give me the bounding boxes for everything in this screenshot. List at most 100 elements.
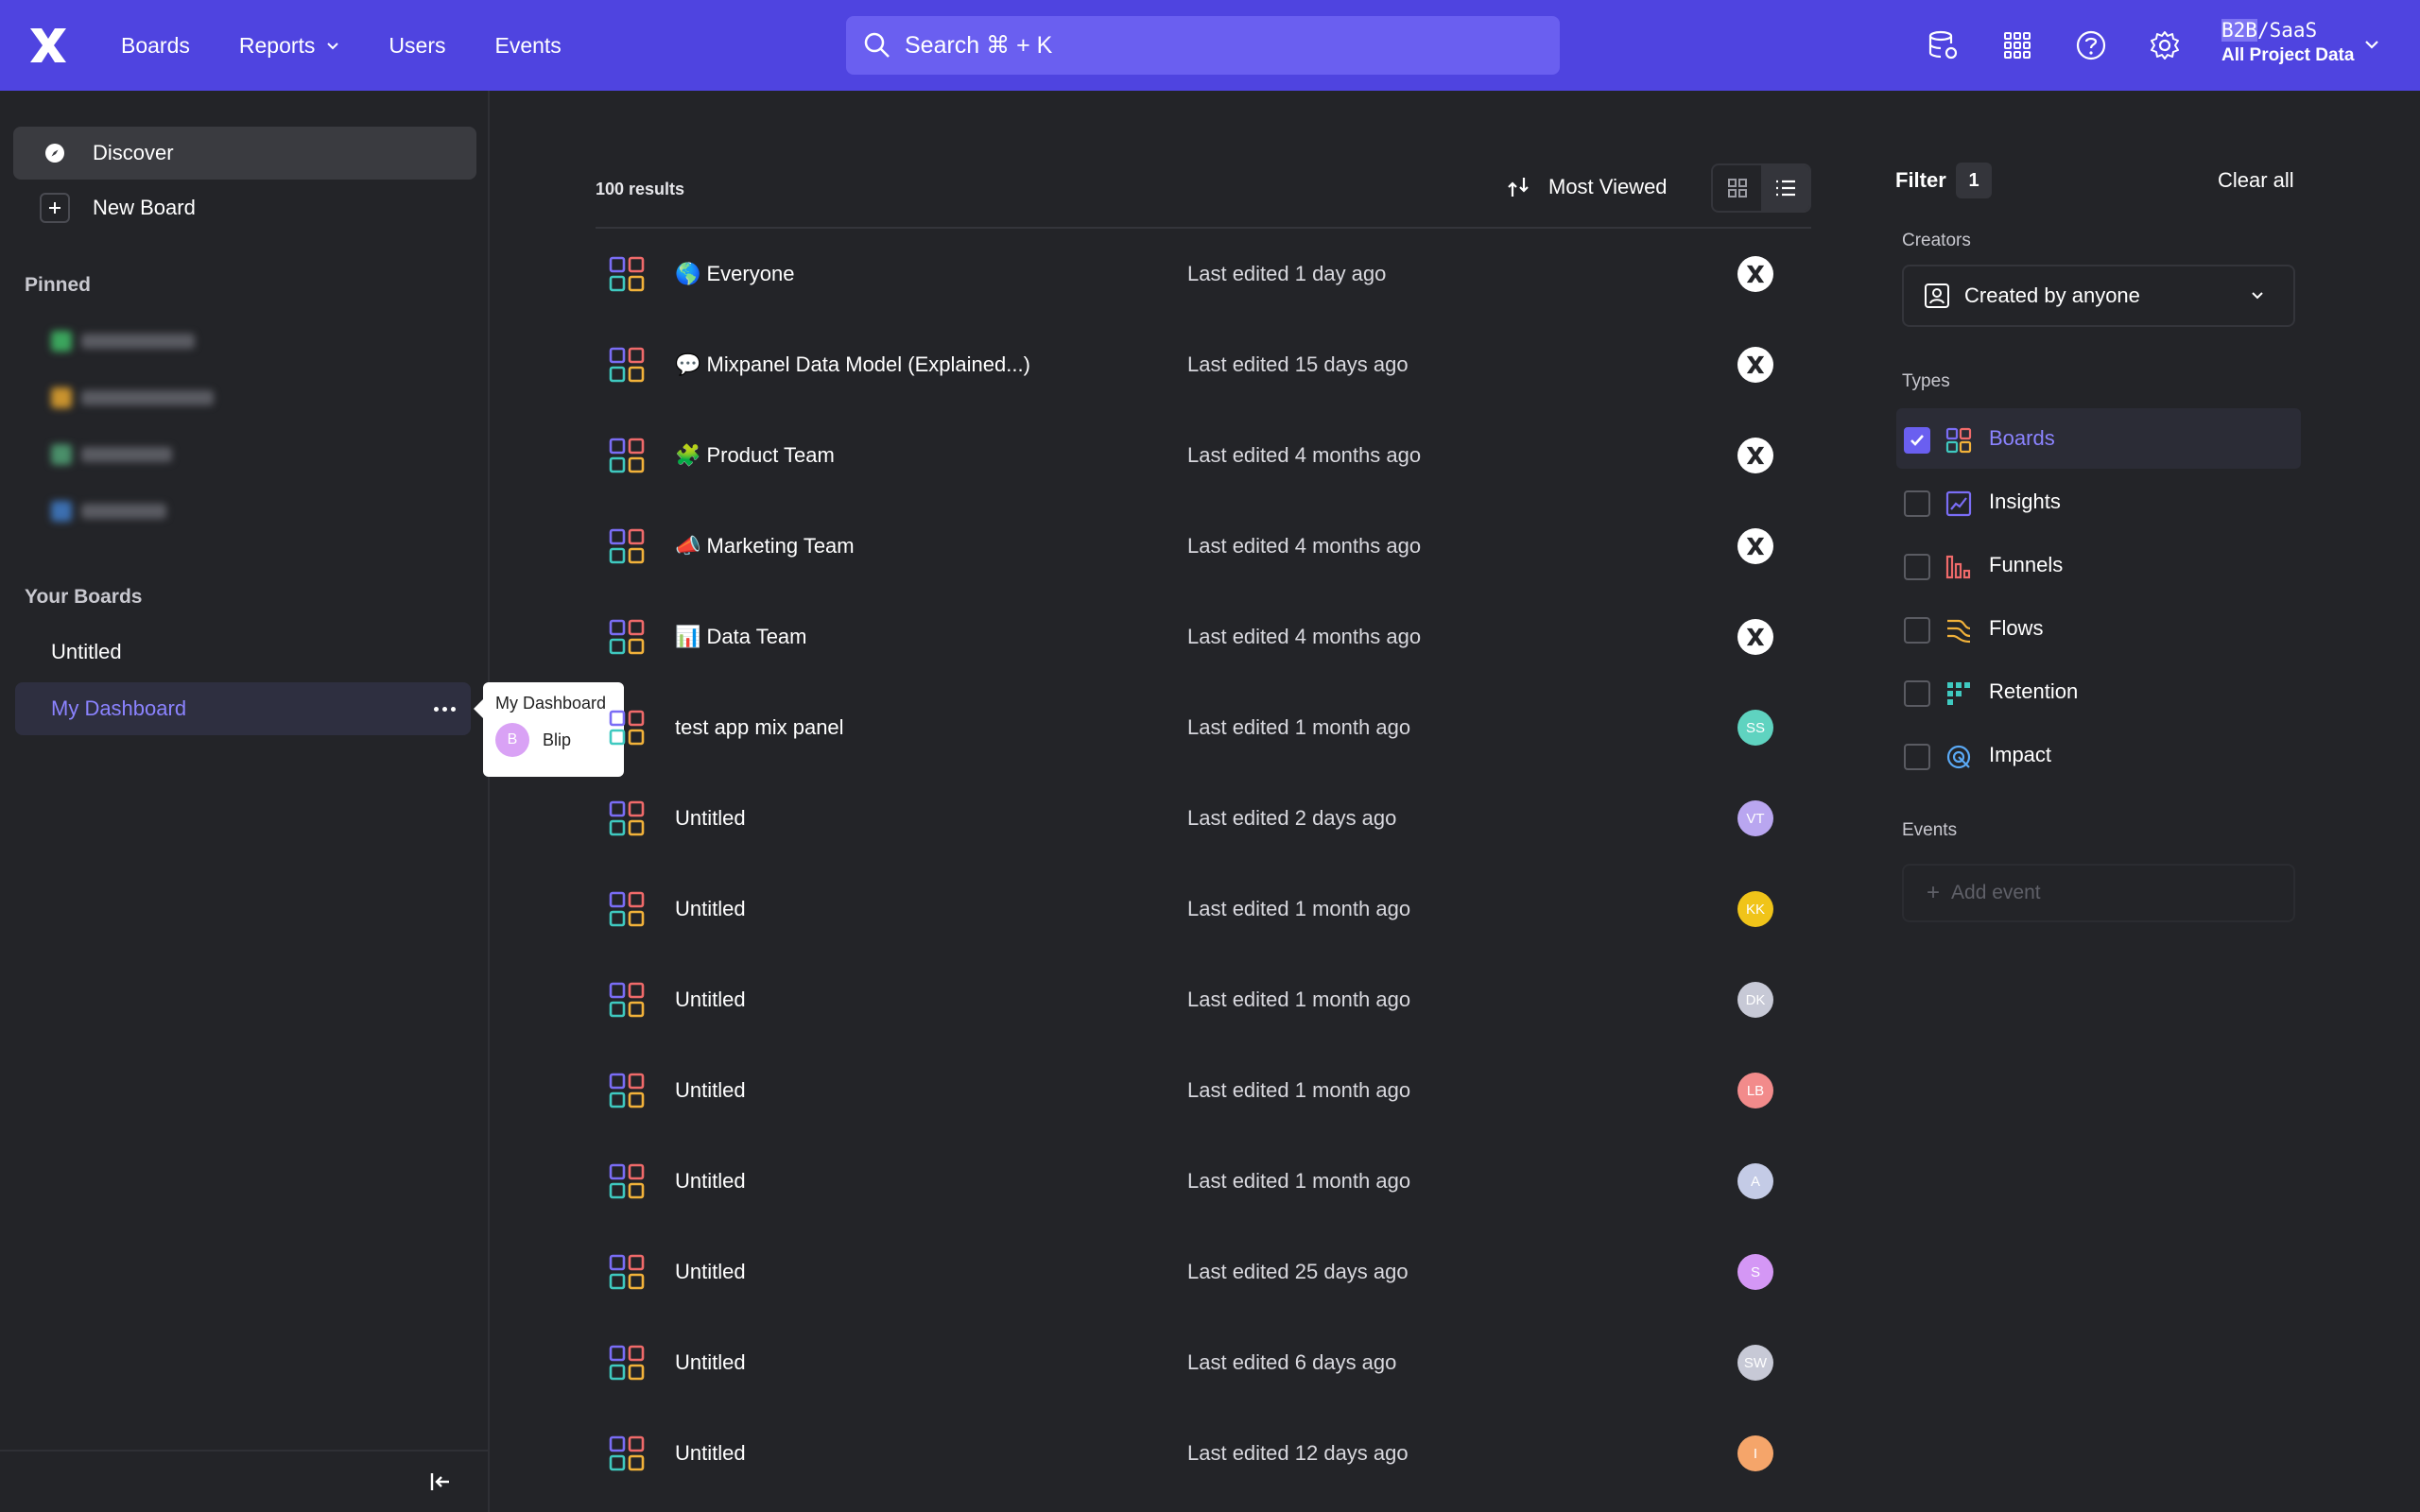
board-icon [609, 347, 645, 383]
table-row[interactable]: 📣 Marketing Team Last edited 4 months ago [596, 501, 1811, 592]
flows-icon [1945, 617, 1972, 644]
last-edited: Last edited 2 days ago [1187, 806, 1397, 830]
nav-users-label: Users [389, 32, 446, 58]
type-filter-flows[interactable]: Flows [1896, 598, 2301, 659]
checkbox[interactable] [1904, 490, 1930, 517]
table-row[interactable]: 📊 Data Team Last edited 4 months ago [596, 592, 1811, 682]
type-filter-funnels[interactable]: Funnels [1896, 535, 2301, 595]
checkbox[interactable] [1904, 427, 1930, 454]
results-count: 100 results [596, 180, 685, 198]
nav-events[interactable]: Events [494, 33, 561, 59]
creators-dropdown[interactable]: Created by anyone [1902, 265, 2295, 327]
pinned-item-blurred[interactable] [51, 384, 214, 412]
sidebar-board-my-dashboard[interactable]: My Dashboard [15, 682, 471, 735]
last-edited: Last edited 4 months ago [1187, 534, 1422, 558]
avatar: DK [1737, 982, 1773, 1018]
sort-label: Most Viewed [1548, 175, 1668, 198]
checkbox[interactable] [1904, 680, 1930, 707]
project-selector[interactable]: B2B/SaaS All Project Data [2221, 19, 2354, 66]
plus-icon: + [1927, 880, 1941, 905]
avatar [1737, 256, 1773, 292]
nav-boards[interactable]: Boards [121, 33, 190, 59]
type-filter-insights[interactable]: Insights [1896, 472, 2301, 532]
search-placeholder: Search ⌘ + K [905, 32, 1053, 59]
board-icon [609, 438, 645, 473]
data-settings-icon[interactable] [1925, 26, 1962, 64]
sidebar-board-untitled[interactable]: Untitled [15, 626, 471, 679]
checkbox[interactable] [1904, 744, 1930, 770]
table-row[interactable]: Untitled Last edited 2 days ago VT [596, 773, 1811, 864]
last-edited: Last edited 1 day ago [1187, 262, 1387, 285]
more-options-icon[interactable] [431, 697, 458, 720]
type-filter-impact[interactable]: Impact [1896, 725, 2301, 785]
type-filter-boards[interactable]: Boards [1896, 408, 2301, 469]
gear-icon[interactable] [2146, 26, 2184, 64]
pinned-item-blurred[interactable] [51, 327, 195, 355]
sidebar-item-new-board[interactable]: New Board [13, 181, 476, 234]
board-name: Untitled [675, 1169, 746, 1193]
sidebar-board-label: My Dashboard [51, 696, 187, 720]
table-row[interactable]: Untitled Last edited 1 month ago A [596, 1136, 1811, 1227]
apps-grid-icon[interactable] [1998, 26, 2036, 64]
sort-dropdown[interactable]: Most Viewed [1507, 174, 1668, 200]
table-row[interactable]: Untitled Last edited 1 month ago DK [596, 954, 1811, 1045]
last-edited: Last edited 6 days ago [1187, 1350, 1397, 1374]
pinned-item-blurred[interactable] [51, 497, 166, 525]
nav-reports[interactable]: Reports [239, 33, 340, 59]
board-icon [609, 710, 645, 746]
collapse-sidebar-icon[interactable] [427, 1469, 454, 1495]
tooltip-owner: B Blip [495, 723, 612, 757]
add-event-button[interactable]: + Add event [1902, 864, 2295, 922]
board-name: 🧩 Product Team [675, 443, 835, 467]
sidebar-item-discover[interactable]: Discover [13, 127, 476, 180]
table-row[interactable]: Untitled Last edited 6 days ago SW [596, 1317, 1811, 1408]
nav-users[interactable]: Users [389, 33, 445, 59]
nav-reports-label: Reports [238, 32, 316, 58]
help-icon[interactable] [2072, 26, 2110, 64]
type-label: Boards [1989, 426, 2055, 450]
table-row[interactable]: Untitled Last edited 1 month ago KK [596, 864, 1811, 954]
your-boards-heading: Your Boards [25, 586, 143, 608]
avatar: S [1737, 1254, 1773, 1290]
table-row[interactable]: 💬 Mixpanel Data Model (Explained...) Last… [596, 319, 1811, 410]
last-edited: Last edited 1 month ago [1187, 988, 1411, 1011]
top-navigation-bar: Boards Reports Users Events Search ⌘ + K… [0, 0, 2420, 91]
last-edited: Last edited 1 month ago [1187, 1169, 1411, 1193]
funnels-icon [1945, 554, 1972, 580]
table-row[interactable]: test app mix panel Last edited 1 month ag… [596, 682, 1811, 773]
type-label: Funnels [1989, 553, 2064, 576]
sidebar: Discover New Board Pinned Your Boards Un… [0, 91, 490, 1512]
grid-view-button[interactable] [1713, 165, 1761, 211]
last-edited: Last edited 1 month ago [1187, 897, 1411, 920]
mixpanel-logo-icon[interactable] [28, 26, 68, 64]
list-icon [1775, 180, 1795, 197]
type-label: Impact [1989, 743, 2052, 766]
search-input[interactable]: Search ⌘ + K [846, 16, 1560, 75]
project-name: B2B/SaaS [2221, 19, 2354, 42]
table-row[interactable]: Untitled Last edited 12 days ago I [596, 1408, 1811, 1499]
board-icon [609, 1073, 645, 1108]
table-row[interactable]: Untitled Last edited 1 month ago LB [596, 1045, 1811, 1136]
chevron-down-icon[interactable] [2363, 38, 2380, 51]
add-event-label: Add event [1951, 882, 2041, 903]
pinned-heading: Pinned [25, 274, 92, 296]
table-row[interactable]: 🧩 Product Team Last edited 4 months ago [596, 410, 1811, 501]
table-row[interactable]: 🌎 Everyone Last edited 1 day ago [596, 229, 1811, 319]
board-name: Untitled [675, 1078, 746, 1102]
board-name: 🌎 Everyone [675, 262, 795, 285]
type-filter-retention[interactable]: Retention [1896, 662, 2301, 722]
retention-icon [1945, 680, 1972, 707]
sidebar-footer-divider [0, 1450, 488, 1452]
clear-all-button[interactable]: Clear all [2218, 168, 2294, 193]
chevron-down-icon [2252, 292, 2263, 300]
list-view-button[interactable] [1761, 165, 1809, 211]
board-name: Untitled [675, 806, 746, 830]
board-icon [609, 800, 645, 836]
checkbox[interactable] [1904, 617, 1930, 644]
sidebar-board-label: Untitled [51, 640, 122, 663]
avatar: SS [1737, 710, 1773, 746]
board-icon [609, 1345, 645, 1381]
checkbox[interactable] [1904, 554, 1930, 580]
table-row[interactable]: Untitled Last edited 25 days ago S [596, 1227, 1811, 1317]
pinned-item-blurred[interactable] [51, 440, 172, 469]
